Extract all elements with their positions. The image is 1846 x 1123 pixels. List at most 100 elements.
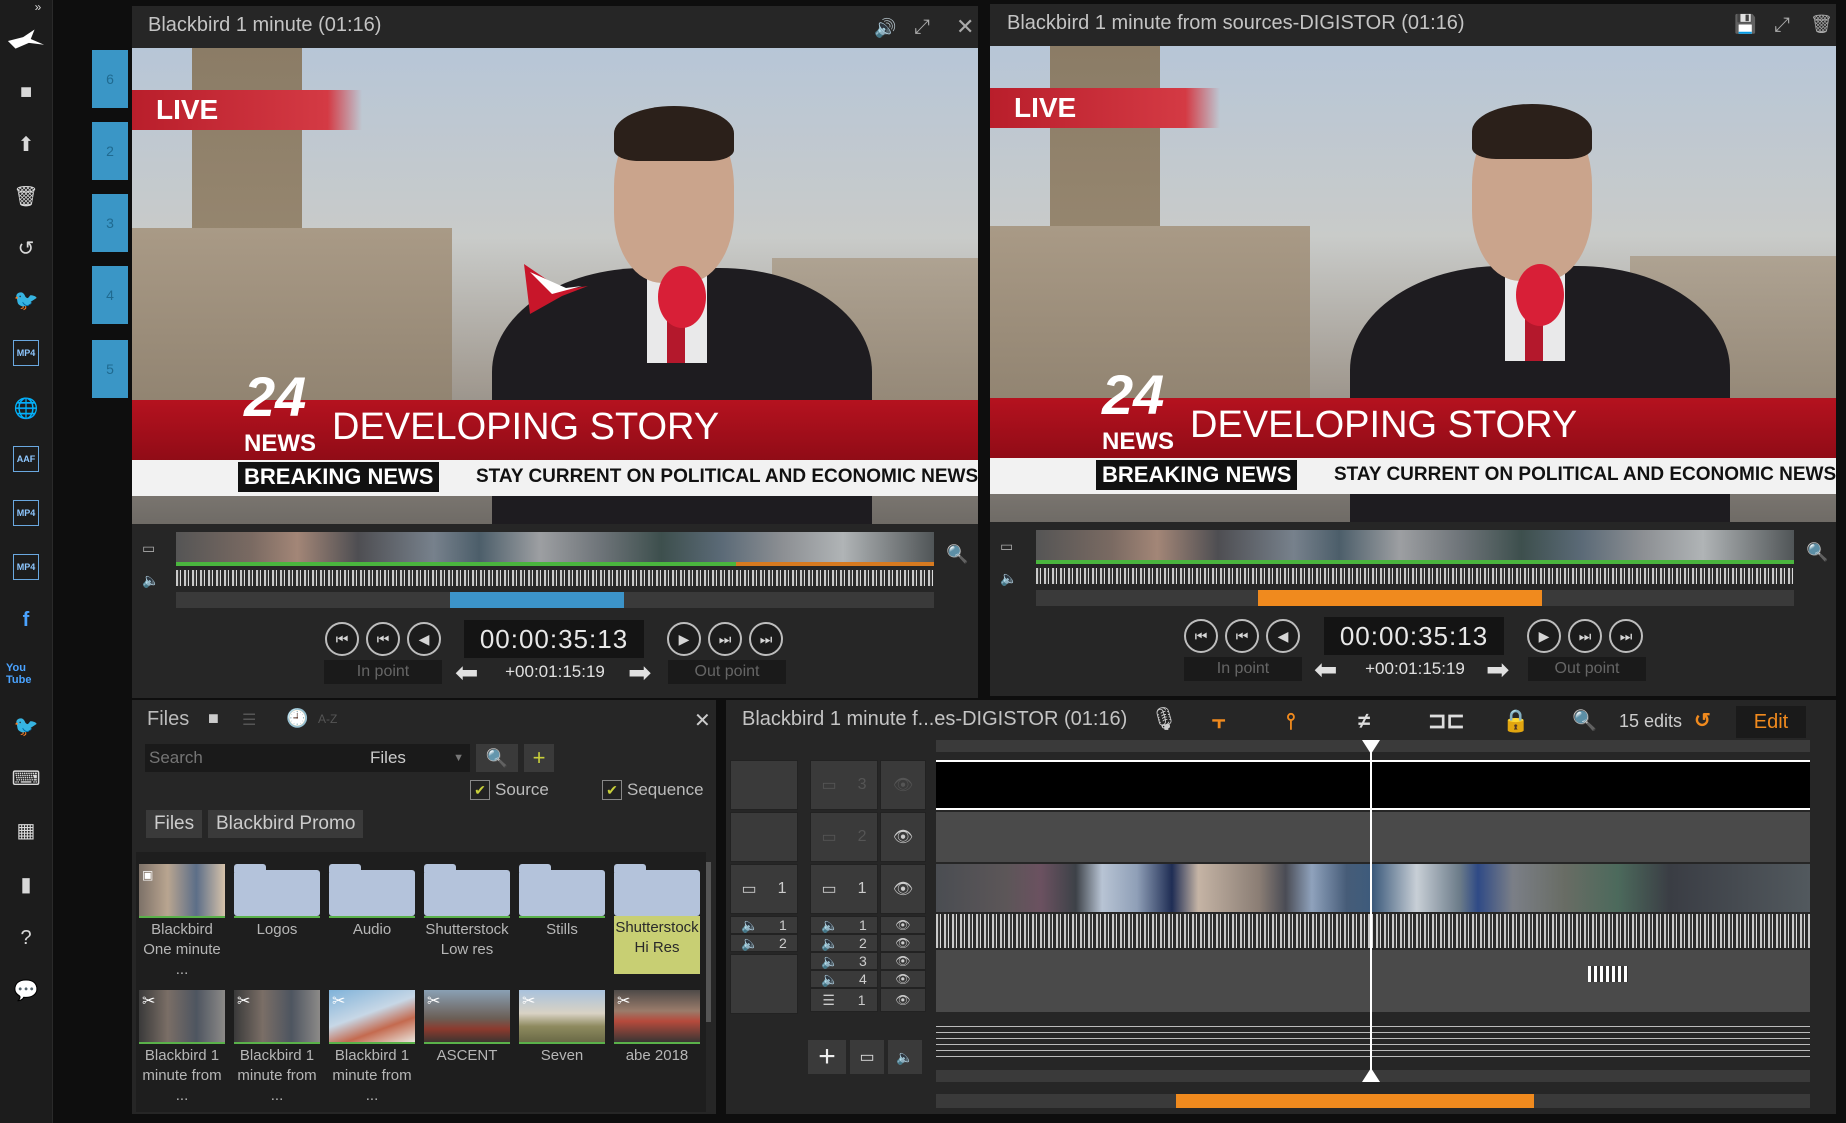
eye-icon[interactable]: 👁 — [880, 952, 926, 970]
sort-az[interactable]: A-Z — [318, 712, 337, 726]
twitter-icon[interactable]: 🐦 — [6, 280, 46, 320]
out-point-button[interactable]: Out point — [668, 660, 786, 684]
add-audio-track-button[interactable]: 🔈 — [888, 1040, 922, 1074]
eye-icon[interactable]: 👁 — [880, 916, 926, 934]
prev-edit-button[interactable]: ⏮ — [366, 622, 400, 656]
left-video-track[interactable]: ▭ 1 — [730, 864, 798, 914]
folder-item[interactable]: Shutterstock Low res — [421, 864, 513, 980]
left-audio-track[interactable]: 🔈 2 — [730, 934, 798, 952]
audio-track-2[interactable]: 🔈 2 — [810, 934, 878, 952]
step-forward-button[interactable]: ▶ — [667, 622, 701, 656]
mp4-icon[interactable]: MP4 — [13, 340, 39, 366]
arrow-left-icon[interactable]: ⬅ — [455, 656, 478, 689]
files-scrollbar[interactable] — [706, 862, 711, 1022]
mp4-icon[interactable]: MP4 — [13, 554, 39, 580]
playhead-top-marker[interactable] — [1362, 740, 1380, 754]
zoom-icon[interactable]: 🔍 — [946, 544, 968, 565]
speaker-icon[interactable]: 🔊 — [874, 18, 896, 39]
arrow-right-icon[interactable]: ➡ — [628, 656, 651, 689]
breadcrumb-files[interactable]: Files — [146, 810, 203, 838]
source-dropdown[interactable]: Files ▼ — [364, 744, 470, 772]
source-checkbox[interactable]: ✔ — [470, 780, 490, 800]
step-forward-button[interactable]: ▶ — [1527, 619, 1561, 653]
clip-item[interactable]: ✂ Blackbird 1 minute from ... — [231, 990, 323, 1106]
skip-end-button[interactable]: ⏭ — [1609, 619, 1643, 653]
arrow-left-icon[interactable]: ⬅ — [1314, 653, 1337, 686]
insert-edit-icon[interactable]: ⫯ — [1286, 708, 1296, 734]
timeline-track-v2[interactable] — [936, 812, 1810, 862]
eye-icon[interactable]: 👁 — [880, 864, 926, 914]
subtitle-track-1[interactable]: ☰ 1 — [810, 988, 878, 1012]
expand-icon[interactable]: ⤢ — [1774, 14, 1790, 37]
overwrite-icon[interactable]: ≠ — [1358, 708, 1370, 734]
next-edit-button[interactable]: ⏭ — [708, 622, 742, 656]
folder-icon[interactable]: ■ — [208, 708, 219, 729]
folder-item[interactable]: Stills — [516, 864, 608, 980]
add-track-button[interactable]: + — [808, 1040, 846, 1074]
eye-icon[interactable]: 👁 — [880, 760, 926, 810]
zoom-icon[interactable]: 🔍 — [1806, 542, 1828, 563]
skip-start-button[interactable]: ⏮ — [325, 622, 359, 656]
sequence-checkbox[interactable]: ✔ — [602, 780, 622, 800]
search-button[interactable]: 🔍 — [476, 744, 518, 772]
add-button[interactable]: + — [524, 744, 554, 772]
skip-start-button[interactable]: ⏮ — [1184, 619, 1218, 653]
step-back-button[interactable]: ◀ — [1266, 619, 1300, 653]
track-tab-5[interactable]: 5 — [92, 340, 128, 398]
skip-end-button[interactable]: ⏭ — [749, 622, 783, 656]
step-back-button[interactable]: ◀ — [407, 622, 441, 656]
folder-item[interactable]: Logos — [231, 864, 323, 980]
in-point-button[interactable]: In point — [324, 660, 442, 684]
trash-icon[interactable]: 🗑 — [1810, 14, 1833, 35]
clip-item[interactable]: ✂ Blackbird 1 minute from ... — [326, 990, 418, 1106]
chat-icon[interactable]: 💬 — [6, 970, 46, 1010]
file-item[interactable]: ▣ Blackbird One minute ... — [136, 864, 228, 980]
audio-track-4[interactable]: 🔈 4 — [810, 970, 878, 988]
video-track-3[interactable]: ▭ 3 — [810, 760, 878, 810]
timeline-track-v3[interactable] — [936, 760, 1810, 810]
playhead-line[interactable] — [1370, 746, 1372, 1076]
audio-track-3[interactable]: 🔈 3 — [810, 952, 878, 970]
source-filmstrip[interactable] — [176, 532, 934, 562]
ripple-trim-icon[interactable]: ⫟ — [1212, 708, 1225, 734]
history-icon[interactable]: ↺ — [6, 228, 46, 268]
clock-icon[interactable]: 🕘 — [286, 708, 308, 729]
expand-icon[interactable]: ⤢ — [914, 16, 930, 39]
globe-icon[interactable]: 🌐 — [6, 388, 46, 428]
program-video-frame[interactable]: LIVE 24 NEWS DEVELOPING STORY BREAKING N… — [990, 46, 1836, 522]
aaf-icon[interactable]: AAF — [13, 446, 39, 472]
arrows-icon[interactable]: » — [30, 0, 46, 14]
edit-button[interactable]: Edit — [1736, 706, 1806, 738]
video-track-1[interactable]: ▭ 1 — [810, 864, 878, 914]
track-tab-3[interactable]: 3 — [92, 194, 128, 252]
breadcrumb-blackbird-promo[interactable]: Blackbird Promo — [208, 810, 364, 838]
video-track-2[interactable]: ▭ 2 — [810, 812, 878, 862]
in-point-button[interactable]: In point — [1184, 657, 1302, 681]
folder-item[interactable]: Audio — [326, 864, 418, 980]
folder-icon[interactable]: ■ — [6, 72, 46, 112]
clip-item[interactable]: ✂ Blackbird 1 minute from ... — [136, 990, 228, 1106]
split-icon[interactable]: ⊐⊏ — [1428, 708, 1465, 734]
trash-icon[interactable]: 🗑 — [6, 176, 46, 216]
film-icon[interactable]: ▦ — [6, 810, 46, 850]
left-audio-track[interactable]: 🔈 1 — [730, 916, 798, 934]
eye-icon[interactable]: 👁 — [880, 934, 926, 952]
out-point-button[interactable]: Out point — [1528, 657, 1646, 681]
audio-track-1[interactable]: 🔈 1 — [810, 916, 878, 934]
twitter-icon[interactable]: 🐦 — [6, 706, 46, 746]
program-timecode[interactable]: 00:00:35:13 — [1324, 617, 1504, 655]
track-tab-6[interactable]: 6 — [92, 50, 128, 108]
eye-icon[interactable]: 👁 — [880, 812, 926, 862]
youtube-icon[interactable]: You Tube — [6, 654, 46, 694]
mp4-icon[interactable]: MP4 — [13, 500, 39, 526]
zoom-icon[interactable]: 🔍 — [1572, 708, 1597, 733]
program-scrub-handle[interactable] — [1258, 590, 1542, 606]
search-input[interactable] — [145, 744, 365, 772]
help-icon[interactable]: ? — [6, 918, 46, 958]
eye-icon[interactable]: 👁 — [880, 970, 926, 988]
blackbird-logo[interactable] — [6, 20, 46, 60]
add-video-track-button[interactable]: ▭ — [850, 1040, 884, 1074]
lock-icon[interactable]: 🔒 — [1502, 708, 1529, 734]
save-icon[interactable]: 💾 — [1734, 14, 1756, 35]
close-icon[interactable]: ✕ — [694, 708, 711, 733]
